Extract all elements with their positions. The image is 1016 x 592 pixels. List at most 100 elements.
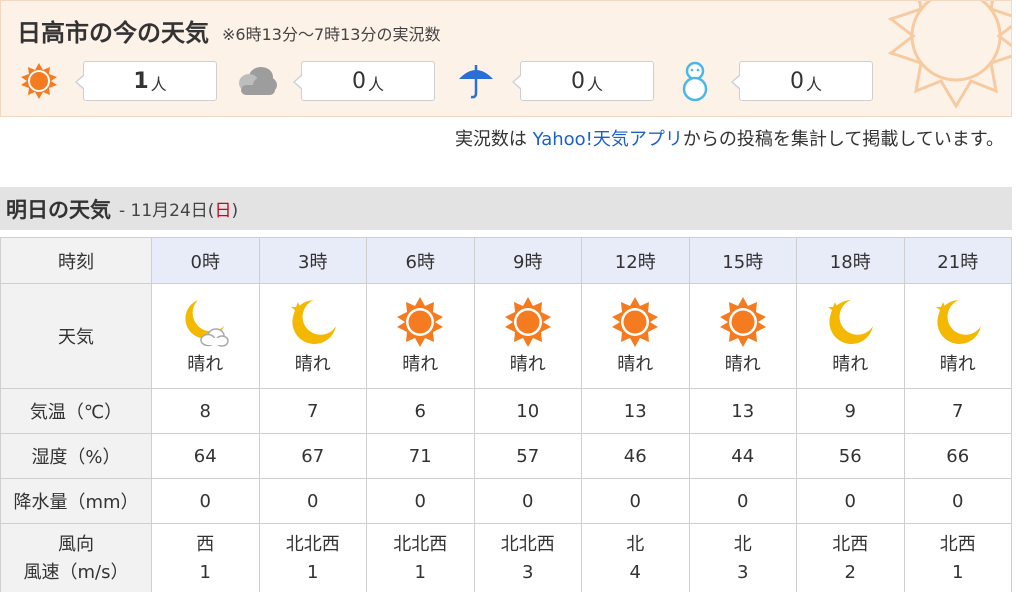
tomorrow-weekday: 日 xyxy=(214,201,232,221)
snowman-icon xyxy=(673,59,717,103)
weather-text: 晴れ xyxy=(402,354,439,375)
temperature-cell: 10 xyxy=(473,388,582,434)
weather-text: 晴れ xyxy=(617,354,654,375)
counter-sunny-count: 1 xyxy=(133,68,149,94)
wind-speed: 1 xyxy=(414,561,426,583)
precipitation-cell: 0 xyxy=(581,478,690,524)
wind-direction: 西 xyxy=(196,533,215,555)
weather-text: 晴れ xyxy=(832,354,869,375)
wind-direction: 北北西 xyxy=(500,533,555,555)
temperature-label: 気温（℃） xyxy=(0,388,152,434)
weather-cell: 晴れ xyxy=(581,283,690,389)
yahoo-weather-app-link[interactable]: Yahoo!天気アプリ xyxy=(533,129,683,150)
wind-cell: 北4 xyxy=(581,523,690,592)
credit-suffix: からの投稿を集計して掲載しています。 xyxy=(682,129,1004,150)
wind-speed: 1 xyxy=(199,561,211,583)
wind-speed-label: 風速（m/s） xyxy=(23,561,129,583)
sun-icon xyxy=(397,297,444,347)
hour-cell: 12時 xyxy=(581,237,690,284)
weather-text: 晴れ xyxy=(724,354,761,375)
temperature-cell: 13 xyxy=(581,388,690,434)
wind-direction: 北北西 xyxy=(393,533,448,555)
tomorrow-header: 明日の天気 - 11月24日(日) xyxy=(0,187,1012,230)
hour-cell: 3時 xyxy=(258,237,367,284)
credit-prefix: 実況数は xyxy=(454,129,533,150)
wind-label: 風向風速（m/s） xyxy=(0,523,152,592)
counter-sunny-box: 1人 xyxy=(75,61,217,101)
precipitation-row: 降水量（mm） 0 0 0 0 0 0 0 0 xyxy=(0,478,1012,524)
counter-rain-count: 0 xyxy=(570,68,585,94)
wind-cell: 北3 xyxy=(688,523,797,592)
weather-text: 晴れ xyxy=(187,354,224,375)
counter-snow[interactable]: 0人 xyxy=(673,59,873,103)
wind-speed: 2 xyxy=(844,561,856,583)
wind-direction: 北 xyxy=(733,533,752,555)
tomorrow-date-suffix: ) xyxy=(231,201,239,221)
temperature-cell: 8 xyxy=(151,388,260,434)
weather-cell: 晴れ xyxy=(366,283,475,389)
weather-cell: 晴れ xyxy=(258,283,367,389)
moon-icon xyxy=(828,300,874,344)
weather-cell: 晴れ xyxy=(903,283,1012,389)
temperature-row: 気温（℃） 8 7 6 10 13 13 9 7 xyxy=(0,388,1012,434)
counter-cloudy-box: 0人 xyxy=(293,61,435,101)
wind-row: 風向 風速（m/s） 西1 北北西 1 北北西 1 北北西 3 北4 北3 北西 2 北西… xyxy=(0,523,1012,592)
counter-cloudy[interactable]: 0人 xyxy=(235,59,435,103)
live-weather-panel: 日高市の今の天気 ※6時13分〜7時13分の実況数 1人 0人 0 人 0 人 xyxy=(0,0,1012,117)
wind-cell: 北北西 1 xyxy=(258,523,367,592)
wind-direction-label: 風向 xyxy=(58,533,94,555)
counter-cloudy-count: 0 xyxy=(351,68,366,94)
wind-speed: 3 xyxy=(737,561,749,583)
hour-cell: 6時 xyxy=(366,237,475,284)
counter-unit: 人 xyxy=(150,75,167,94)
wind-speed: 4 xyxy=(629,561,641,583)
wind-direction: 北西 xyxy=(939,533,976,555)
counter-unit: 人 xyxy=(805,75,822,94)
humidity-cell: 44 xyxy=(688,433,797,479)
sun-icon xyxy=(719,297,766,347)
hour-cell: 9時 xyxy=(473,237,582,284)
weather-cell: 晴れ xyxy=(688,283,797,389)
hour-cell: 21時 xyxy=(903,237,1012,284)
weather-cell: 晴れ xyxy=(796,283,905,389)
sun-icon xyxy=(612,297,659,347)
precipitation-cell: 0 xyxy=(258,478,367,524)
wind-speed: 3 xyxy=(522,561,534,583)
live-title: 日高市の今の天気 xyxy=(17,19,209,47)
wind-direction: 北 xyxy=(626,533,645,555)
humidity-cell: 66 xyxy=(903,433,1012,479)
humidity-cell: 67 xyxy=(258,433,367,479)
counter-snow-box: 0人 xyxy=(731,61,873,101)
hour-cell: 15時 xyxy=(688,237,797,284)
credit-note: 実況数は Yahoo!天気アプリからの投稿を集計して掲載しています。 xyxy=(455,125,1004,151)
live-note: ※6時13分〜7時13分の実況数 xyxy=(222,25,441,44)
weather-row: 天気 晴れ 晴れ 晴れ 晴れ 晴れ 晴れ 晴れ 晴れ xyxy=(0,283,1012,389)
wind-direction: 北北西 xyxy=(285,533,340,555)
temperature-cell: 6 xyxy=(366,388,475,434)
wind-cell: 北北西 1 xyxy=(366,523,475,592)
tomorrow-date-prefix: - 11月24日( xyxy=(119,201,215,221)
weather-cell: 晴れ xyxy=(473,283,582,389)
counter-rain[interactable]: 0人 xyxy=(454,59,654,103)
wind-cell: 北西 2 xyxy=(796,523,905,592)
weather-label: 天気 xyxy=(0,283,152,389)
hour-cell: 18時 xyxy=(796,237,905,284)
wind-speed: 1 xyxy=(952,561,964,583)
precipitation-cell: 0 xyxy=(473,478,582,524)
tomorrow-title: 明日の天気 xyxy=(6,197,111,222)
humidity-cell: 56 xyxy=(796,433,905,479)
humidity-cell: 46 xyxy=(581,433,690,479)
sun-icon xyxy=(504,297,551,347)
counter-unit: 人 xyxy=(586,75,603,94)
humidity-cell: 57 xyxy=(473,433,582,479)
time-label: 時刻 xyxy=(0,237,152,284)
time-row: 時刻 0時 3時 6時 9時 12時 15時 18時 21時 xyxy=(0,237,1012,284)
counter-snow-count: 0 xyxy=(789,68,804,94)
precipitation-cell: 0 xyxy=(151,478,260,524)
precipitation-cell: 0 xyxy=(903,478,1012,524)
umbrella-icon xyxy=(454,59,498,103)
counter-sunny[interactable]: 1人 xyxy=(17,59,217,103)
temperature-cell: 9 xyxy=(796,388,905,434)
temperature-cell: 7 xyxy=(903,388,1012,434)
wind-cell: 北西 1 xyxy=(903,523,1012,592)
